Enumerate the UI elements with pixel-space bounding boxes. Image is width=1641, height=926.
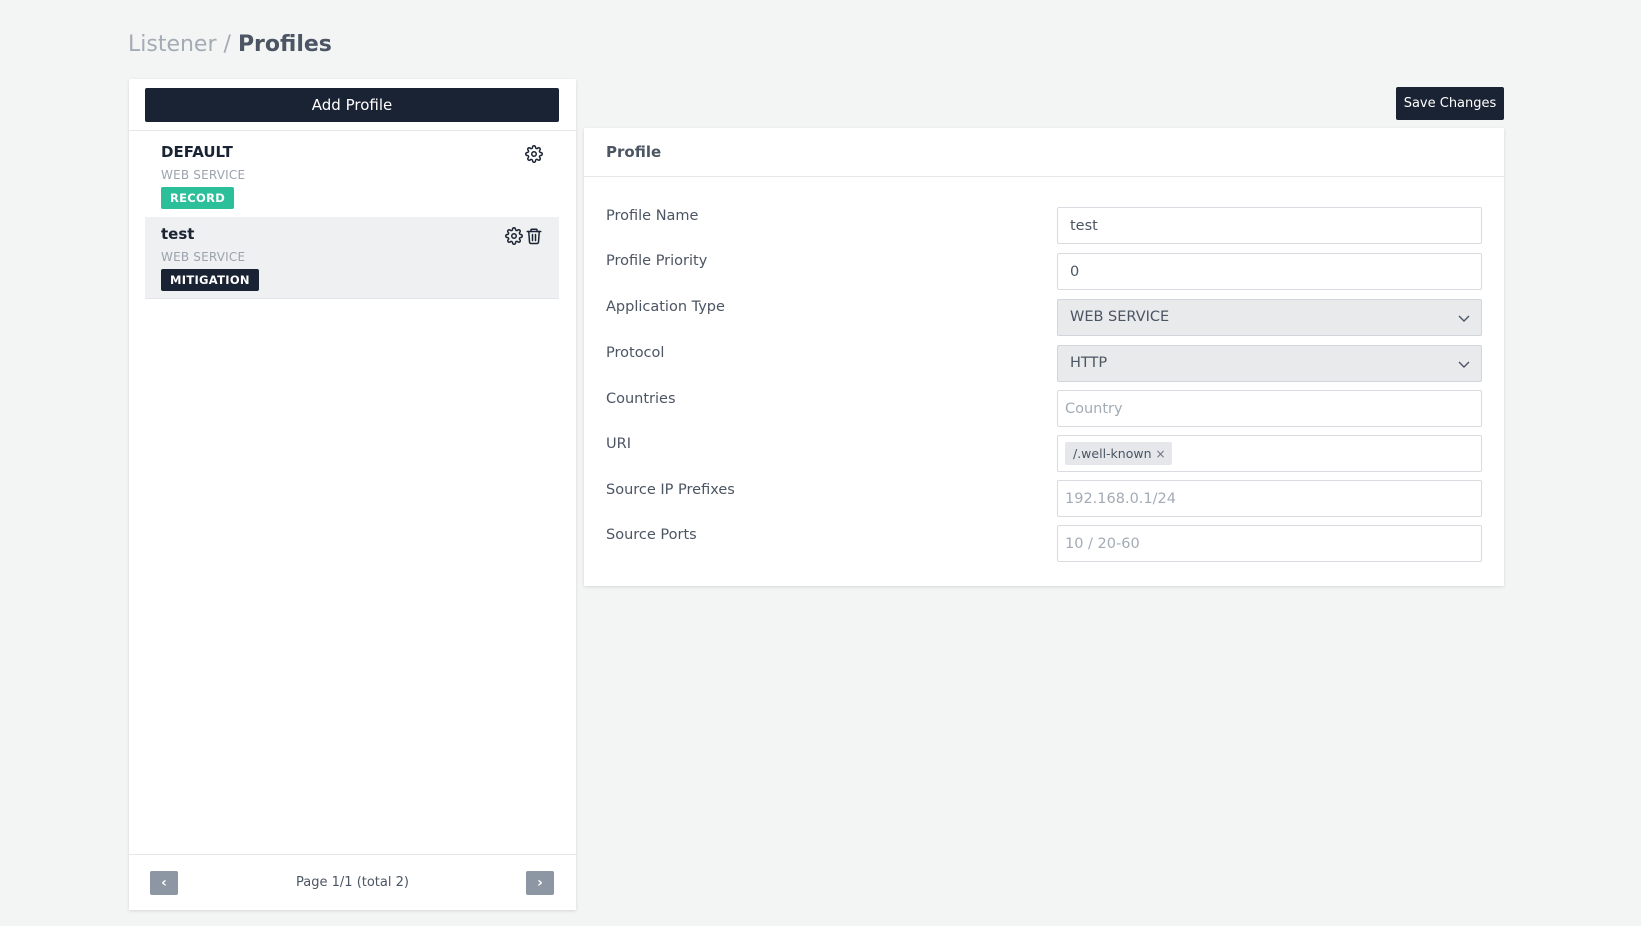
protocol-select[interactable]: HTTP: [1057, 345, 1482, 382]
source-ip-prefixes-label: Source IP Prefixes: [606, 482, 735, 498]
application-type-select[interactable]: WEB SERVICE: [1057, 299, 1482, 336]
divider: [584, 176, 1504, 177]
profile-list-item-default[interactable]: DEFAULT WEB SERVICE RECORD: [145, 135, 559, 217]
source-ip-prefixes-input[interactable]: [1057, 480, 1482, 517]
uri-tag-input[interactable]: /.well-known ×: [1057, 435, 1482, 472]
profile-form-panel: Profile Profile Name Profile Priority Ap…: [584, 128, 1504, 586]
trash-icon[interactable]: [525, 227, 543, 245]
save-changes-button[interactable]: Save Changes: [1396, 87, 1504, 120]
source-ports-label: Source Ports: [606, 527, 697, 543]
breadcrumb-separator: /: [223, 32, 231, 57]
gear-icon[interactable]: [505, 227, 523, 245]
protocol-label: Protocol: [606, 345, 665, 361]
profile-type: WEB SERVICE: [161, 168, 246, 182]
application-type-value: WEB SERVICE: [1070, 309, 1170, 325]
application-type-label: Application Type: [606, 299, 725, 315]
chevron-down-icon: [1458, 361, 1470, 368]
profile-priority-label: Profile Priority: [606, 253, 708, 269]
pagination-status: Page 1/1 (total 2): [296, 875, 409, 890]
profile-list-item-test[interactable]: test WEB SERVICE MITIGATION: [145, 217, 559, 299]
add-profile-button[interactable]: Add Profile: [145, 88, 559, 122]
profile-name-input[interactable]: [1057, 207, 1482, 244]
profile-type: WEB SERVICE: [161, 250, 246, 264]
uri-tag-label: /.well-known: [1073, 446, 1152, 461]
profile-mode-badge: MITIGATION: [161, 269, 259, 291]
next-page-button[interactable]: ›: [526, 871, 554, 895]
close-icon[interactable]: ×: [1156, 447, 1166, 461]
profile-name: DEFAULT: [161, 143, 233, 161]
chevron-right-icon: ›: [537, 875, 543, 891]
source-ports-input[interactable]: [1057, 525, 1482, 562]
breadcrumb: Listener / Profiles: [128, 30, 332, 60]
page-title: Profiles: [237, 32, 332, 57]
profile-mode-badge: RECORD: [161, 187, 235, 209]
form-title: Profile: [606, 143, 662, 161]
countries-label: Countries: [606, 391, 676, 407]
countries-input[interactable]: [1057, 390, 1482, 427]
profile-list-panel: Add Profile DEFAULT WEB SERVICE RECORD t…: [129, 79, 576, 910]
divider: [129, 130, 576, 131]
uri-tag: /.well-known ×: [1065, 442, 1172, 465]
protocol-value: HTTP: [1070, 355, 1108, 371]
breadcrumb-parent[interactable]: Listener: [128, 32, 217, 57]
profile-name-label: Profile Name: [606, 208, 699, 224]
profile-name: test: [161, 225, 195, 243]
divider: [129, 854, 576, 855]
profile-priority-input[interactable]: [1057, 253, 1482, 290]
uri-label: URI: [606, 436, 631, 452]
chevron-down-icon: [1458, 315, 1470, 322]
gear-icon[interactable]: [525, 145, 543, 163]
